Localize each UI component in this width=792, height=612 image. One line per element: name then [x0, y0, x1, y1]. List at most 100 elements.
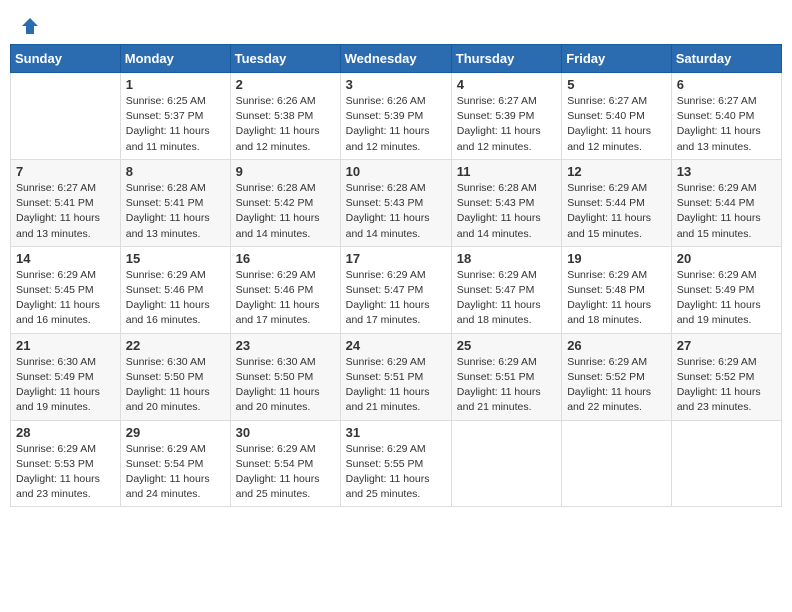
day-number: 2: [236, 77, 335, 92]
calendar-cell: 28Sunrise: 6:29 AM Sunset: 5:53 PM Dayli…: [11, 420, 121, 507]
day-number: 17: [346, 251, 446, 266]
day-number: 30: [236, 425, 335, 440]
day-info: Sunrise: 6:29 AM Sunset: 5:48 PM Dayligh…: [567, 268, 666, 329]
day-number: 18: [457, 251, 556, 266]
day-number: 10: [346, 164, 446, 179]
day-number: 6: [677, 77, 776, 92]
day-number: 25: [457, 338, 556, 353]
day-number: 7: [16, 164, 115, 179]
day-info: Sunrise: 6:29 AM Sunset: 5:44 PM Dayligh…: [567, 181, 666, 242]
calendar-table: SundayMondayTuesdayWednesdayThursdayFrid…: [10, 44, 782, 507]
day-number: 14: [16, 251, 115, 266]
day-info: Sunrise: 6:29 AM Sunset: 5:46 PM Dayligh…: [236, 268, 335, 329]
day-info: Sunrise: 6:29 AM Sunset: 5:52 PM Dayligh…: [567, 355, 666, 416]
day-number: 26: [567, 338, 666, 353]
calendar-cell: 24 Sunrise: 6:29 AM Sunset: 5:51 PM Dayli…: [340, 333, 451, 420]
day-number: 16: [236, 251, 335, 266]
day-info: Sunrise: 6:26 AM Sunset: 5:39 PM Dayligh…: [346, 94, 446, 155]
calendar-cell: 3 Sunrise: 6:26 AM Sunset: 5:39 PM Daylig…: [340, 73, 451, 160]
calendar-cell: 12Sunrise: 6:29 AM Sunset: 5:44 PM Dayli…: [562, 159, 672, 246]
day-number: 19: [567, 251, 666, 266]
calendar-day-header: Sunday: [11, 45, 121, 73]
day-number: 27: [677, 338, 776, 353]
calendar-cell: 29 Sunrise: 6:29 AM Sunset: 5:54 PM Dayli…: [120, 420, 230, 507]
calendar-cell: 19 Sunrise: 6:29 AM Sunset: 5:48 PM Dayli…: [562, 246, 672, 333]
calendar-cell: 15Sunrise: 6:29 AM Sunset: 5:46 PM Dayli…: [120, 246, 230, 333]
day-number: 9: [236, 164, 335, 179]
calendar-cell: 10 Sunrise: 6:28 AM Sunset: 5:43 PM Dayli…: [340, 159, 451, 246]
day-info: Sunrise: 6:27 AM Sunset: 5:40 PM Dayligh…: [567, 94, 666, 155]
calendar-cell: [11, 73, 121, 160]
calendar-day-header: Wednesday: [340, 45, 451, 73]
day-number: 8: [126, 164, 225, 179]
calendar-cell: 25 Sunrise: 6:29 AM Sunset: 5:51 PM Dayli…: [451, 333, 561, 420]
logo-icon: [20, 16, 40, 36]
calendar-cell: 1 Sunrise: 6:25 AM Sunset: 5:37 PM Daylig…: [120, 73, 230, 160]
calendar-cell: [562, 420, 672, 507]
calendar-week-row: 28Sunrise: 6:29 AM Sunset: 5:53 PM Dayli…: [11, 420, 782, 507]
calendar-cell: 31 Sunrise: 6:29 AM Sunset: 5:55 PM Dayli…: [340, 420, 451, 507]
day-info: Sunrise: 6:29 AM Sunset: 5:45 PM Dayligh…: [16, 268, 115, 329]
calendar-cell: 8 Sunrise: 6:28 AM Sunset: 5:41 PM Daylig…: [120, 159, 230, 246]
calendar-cell: 30 Sunrise: 6:29 AM Sunset: 5:54 PM Dayli…: [230, 420, 340, 507]
calendar-day-header: Saturday: [671, 45, 781, 73]
day-info: Sunrise: 6:28 AM Sunset: 5:43 PM Dayligh…: [457, 181, 556, 242]
day-number: 20: [677, 251, 776, 266]
day-info: Sunrise: 6:26 AM Sunset: 5:38 PM Dayligh…: [236, 94, 335, 155]
calendar-day-header: Monday: [120, 45, 230, 73]
day-info: Sunrise: 6:29 AM Sunset: 5:49 PM Dayligh…: [677, 268, 776, 329]
day-number: 21: [16, 338, 115, 353]
day-info: Sunrise: 6:28 AM Sunset: 5:42 PM Dayligh…: [236, 181, 335, 242]
day-info: Sunrise: 6:28 AM Sunset: 5:41 PM Dayligh…: [126, 181, 225, 242]
day-info: Sunrise: 6:30 AM Sunset: 5:50 PM Dayligh…: [236, 355, 335, 416]
calendar-cell: 5 Sunrise: 6:27 AM Sunset: 5:40 PM Daylig…: [562, 73, 672, 160]
day-info: Sunrise: 6:29 AM Sunset: 5:51 PM Dayligh…: [346, 355, 446, 416]
day-number: 24: [346, 338, 446, 353]
day-info: Sunrise: 6:29 AM Sunset: 5:55 PM Dayligh…: [346, 442, 446, 503]
calendar-cell: 13Sunrise: 6:29 AM Sunset: 5:44 PM Dayli…: [671, 159, 781, 246]
day-info: Sunrise: 6:27 AM Sunset: 5:41 PM Dayligh…: [16, 181, 115, 242]
calendar-day-header: Thursday: [451, 45, 561, 73]
calendar-cell: 22 Sunrise: 6:30 AM Sunset: 5:50 PM Dayli…: [120, 333, 230, 420]
page-header: [10, 10, 782, 38]
day-number: 3: [346, 77, 446, 92]
day-number: 1: [126, 77, 225, 92]
day-number: 4: [457, 77, 556, 92]
calendar-cell: 16 Sunrise: 6:29 AM Sunset: 5:46 PM Dayli…: [230, 246, 340, 333]
calendar-cell: 6 Sunrise: 6:27 AM Sunset: 5:40 PM Daylig…: [671, 73, 781, 160]
day-number: 5: [567, 77, 666, 92]
day-info: Sunrise: 6:25 AM Sunset: 5:37 PM Dayligh…: [126, 94, 225, 155]
calendar-cell: 2 Sunrise: 6:26 AM Sunset: 5:38 PM Daylig…: [230, 73, 340, 160]
calendar-cell: [451, 420, 561, 507]
day-number: 29: [126, 425, 225, 440]
calendar-cell: 9 Sunrise: 6:28 AM Sunset: 5:42 PM Daylig…: [230, 159, 340, 246]
day-info: Sunrise: 6:29 AM Sunset: 5:51 PM Dayligh…: [457, 355, 556, 416]
day-number: 28: [16, 425, 115, 440]
calendar-day-header: Friday: [562, 45, 672, 73]
day-info: Sunrise: 6:29 AM Sunset: 5:47 PM Dayligh…: [346, 268, 446, 329]
logo: [18, 16, 40, 32]
calendar-cell: 23Sunrise: 6:30 AM Sunset: 5:50 PM Dayli…: [230, 333, 340, 420]
day-number: 22: [126, 338, 225, 353]
calendar-week-row: 1 Sunrise: 6:25 AM Sunset: 5:37 PM Daylig…: [11, 73, 782, 160]
calendar-cell: 7 Sunrise: 6:27 AM Sunset: 5:41 PM Daylig…: [11, 159, 121, 246]
day-info: Sunrise: 6:30 AM Sunset: 5:50 PM Dayligh…: [126, 355, 225, 416]
day-number: 15: [126, 251, 225, 266]
day-info: Sunrise: 6:29 AM Sunset: 5:52 PM Dayligh…: [677, 355, 776, 416]
calendar-cell: 20 Sunrise: 6:29 AM Sunset: 5:49 PM Dayli…: [671, 246, 781, 333]
calendar-cell: 14 Sunrise: 6:29 AM Sunset: 5:45 PM Dayli…: [11, 246, 121, 333]
calendar-week-row: 21Sunrise: 6:30 AM Sunset: 5:49 PM Dayli…: [11, 333, 782, 420]
day-info: Sunrise: 6:29 AM Sunset: 5:54 PM Dayligh…: [126, 442, 225, 503]
calendar-cell: 18Sunrise: 6:29 AM Sunset: 5:47 PM Dayli…: [451, 246, 561, 333]
calendar-cell: [671, 420, 781, 507]
day-number: 31: [346, 425, 446, 440]
calendar-day-header: Tuesday: [230, 45, 340, 73]
calendar-week-row: 14 Sunrise: 6:29 AM Sunset: 5:45 PM Dayli…: [11, 246, 782, 333]
day-info: Sunrise: 6:29 AM Sunset: 5:54 PM Dayligh…: [236, 442, 335, 503]
calendar-header-row: SundayMondayTuesdayWednesdayThursdayFrid…: [11, 45, 782, 73]
day-info: Sunrise: 6:28 AM Sunset: 5:43 PM Dayligh…: [346, 181, 446, 242]
day-info: Sunrise: 6:27 AM Sunset: 5:40 PM Dayligh…: [677, 94, 776, 155]
calendar-cell: 21Sunrise: 6:30 AM Sunset: 5:49 PM Dayli…: [11, 333, 121, 420]
calendar-cell: 17 Sunrise: 6:29 AM Sunset: 5:47 PM Dayli…: [340, 246, 451, 333]
day-number: 11: [457, 164, 556, 179]
